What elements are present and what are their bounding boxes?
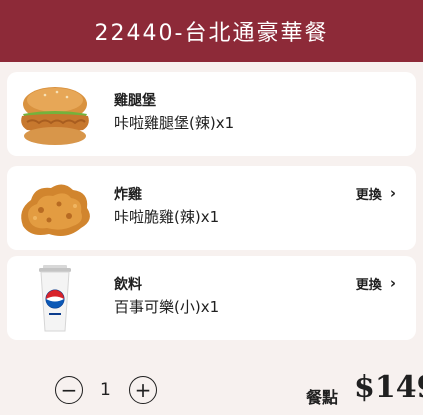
order-footer: − 1 + 餐點 $149: [0, 360, 423, 415]
fried-chicken-image: [11, 170, 99, 248]
item-description: 咔啦雞腿堡(辣)x1: [114, 114, 235, 132]
item-description: 咔啦脆雞(辣)x1: [114, 208, 220, 226]
pepsi-cup-image: [11, 260, 99, 338]
increase-quantity-button[interactable]: +: [129, 376, 157, 404]
plus-icon: +: [134, 378, 152, 402]
item-description: 百事可樂(小)x1: [114, 298, 220, 316]
meal-items-list: 雞腿堡 咔啦雞腿堡(辣)x1 炸雞 咔啦脆雞(辣)x1 更換 › 飲料 百事可樂…: [0, 62, 423, 352]
item-name: 雞腿堡: [114, 93, 156, 109]
item-name: 炸雞: [114, 187, 142, 203]
minus-icon: −: [60, 378, 78, 402]
page-title: 22440-台北通豪華餐: [94, 21, 329, 46]
item-name: 飲料: [114, 277, 142, 293]
price-value: $149: [354, 370, 423, 405]
meal-item-burger: 雞腿堡 咔啦雞腿堡(辣)x1: [7, 72, 416, 156]
change-button[interactable]: 更換 ›: [355, 274, 396, 294]
decrease-quantity-button[interactable]: −: [55, 376, 83, 404]
header-bar: 22440-台北通豪華餐: [0, 0, 423, 62]
change-label: 更換: [355, 188, 382, 203]
meal-item-drink: 飲料 百事可樂(小)x1 更換 ›: [7, 256, 416, 340]
chevron-right-icon: ›: [389, 274, 396, 292]
change-label: 更換: [355, 278, 382, 293]
meal-item-fried-chicken: 炸雞 咔啦脆雞(辣)x1 更換 ›: [7, 166, 416, 250]
burger-image: [11, 76, 99, 154]
change-button[interactable]: 更換 ›: [355, 184, 396, 204]
quantity-value: 1: [100, 380, 111, 400]
chevron-right-icon: ›: [389, 184, 396, 202]
price-label: 餐點: [306, 388, 339, 407]
